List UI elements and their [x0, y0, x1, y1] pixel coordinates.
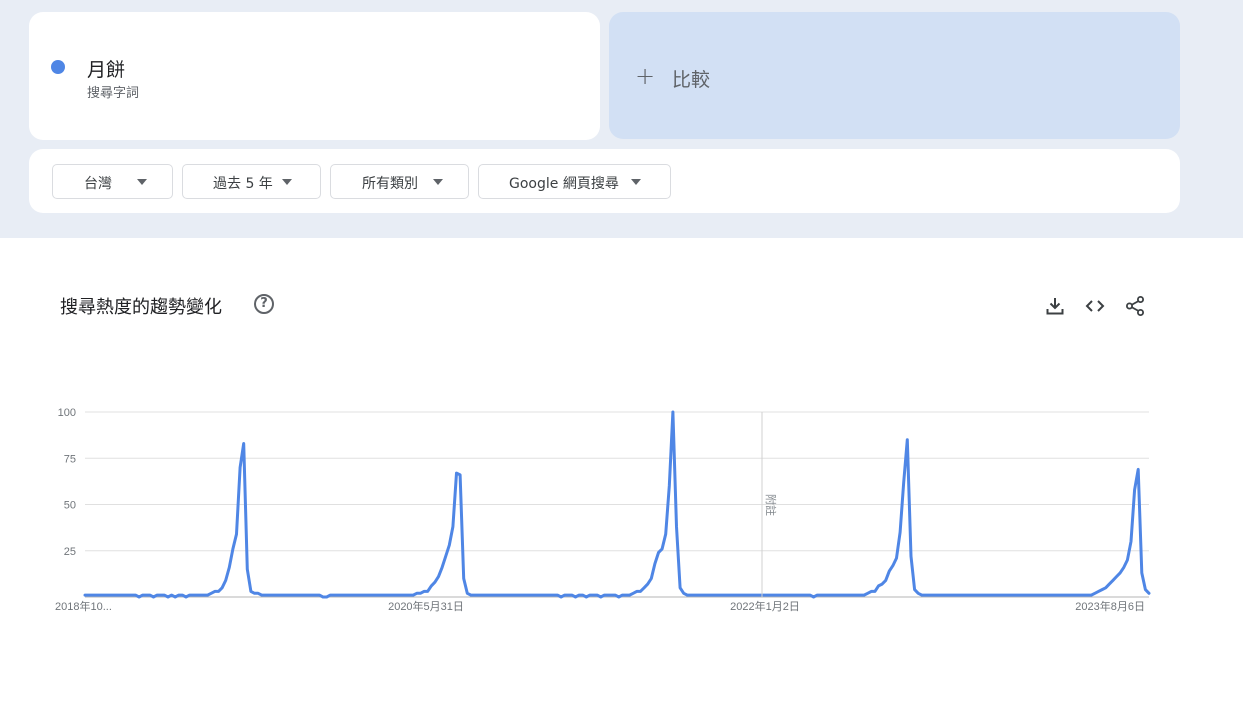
y-tick-label: 25 [64, 546, 76, 558]
compare-label: 比較 [672, 69, 711, 91]
chevron-down-icon [631, 179, 641, 185]
search-term-card[interactable]: 月餅 搜尋字詞 [29, 12, 600, 140]
region-filter[interactable]: 台灣 [52, 164, 173, 199]
x-tick-label: 2022年1月2日 [730, 599, 800, 613]
chevron-down-icon [282, 179, 292, 185]
term-color-dot [51, 60, 65, 74]
filter-label: 過去 5 年 [213, 176, 273, 192]
plus-icon: + [635, 62, 656, 90]
x-tick-label: 2023年8月6日 [1075, 599, 1145, 613]
y-tick-label: 50 [64, 500, 76, 512]
filter-label: 台灣 [84, 176, 112, 192]
filter-bar: 台灣 過去 5 年 所有類別 Google 網頁搜尋 [29, 149, 1180, 213]
search-term-type: 搜尋字詞 [87, 86, 140, 101]
y-tick-label: 100 [58, 407, 76, 419]
trend-line-chart: 100 75 50 25 附註 2018年10... 2020年5月31日 2022年1月2日… [55, 407, 1151, 613]
chevron-down-icon [137, 179, 147, 185]
chevron-down-icon [433, 179, 443, 185]
time-range-filter[interactable]: 過去 5 年 [182, 164, 321, 199]
filter-label: Google 網頁搜尋 [509, 176, 619, 192]
search-type-filter[interactable]: Google 網頁搜尋 [478, 164, 671, 199]
annotation-label: 附註 [764, 494, 778, 516]
search-term-name[interactable]: 月餅 [87, 55, 125, 82]
category-filter[interactable]: 所有類別 [330, 164, 469, 199]
x-tick-label: 2020年5月31日 [388, 599, 464, 613]
compare-button[interactable]: + 比較 [609, 12, 1180, 139]
x-tick-label: 2018年10... [55, 599, 112, 613]
interest-over-time-card: 搜尋熱度的趨勢變化 ? 100 75 50 25 附註 2018年10... 2020年5月… [29, 262, 1180, 686]
filter-label: 所有類別 [362, 176, 418, 192]
y-tick-label: 75 [64, 453, 76, 465]
